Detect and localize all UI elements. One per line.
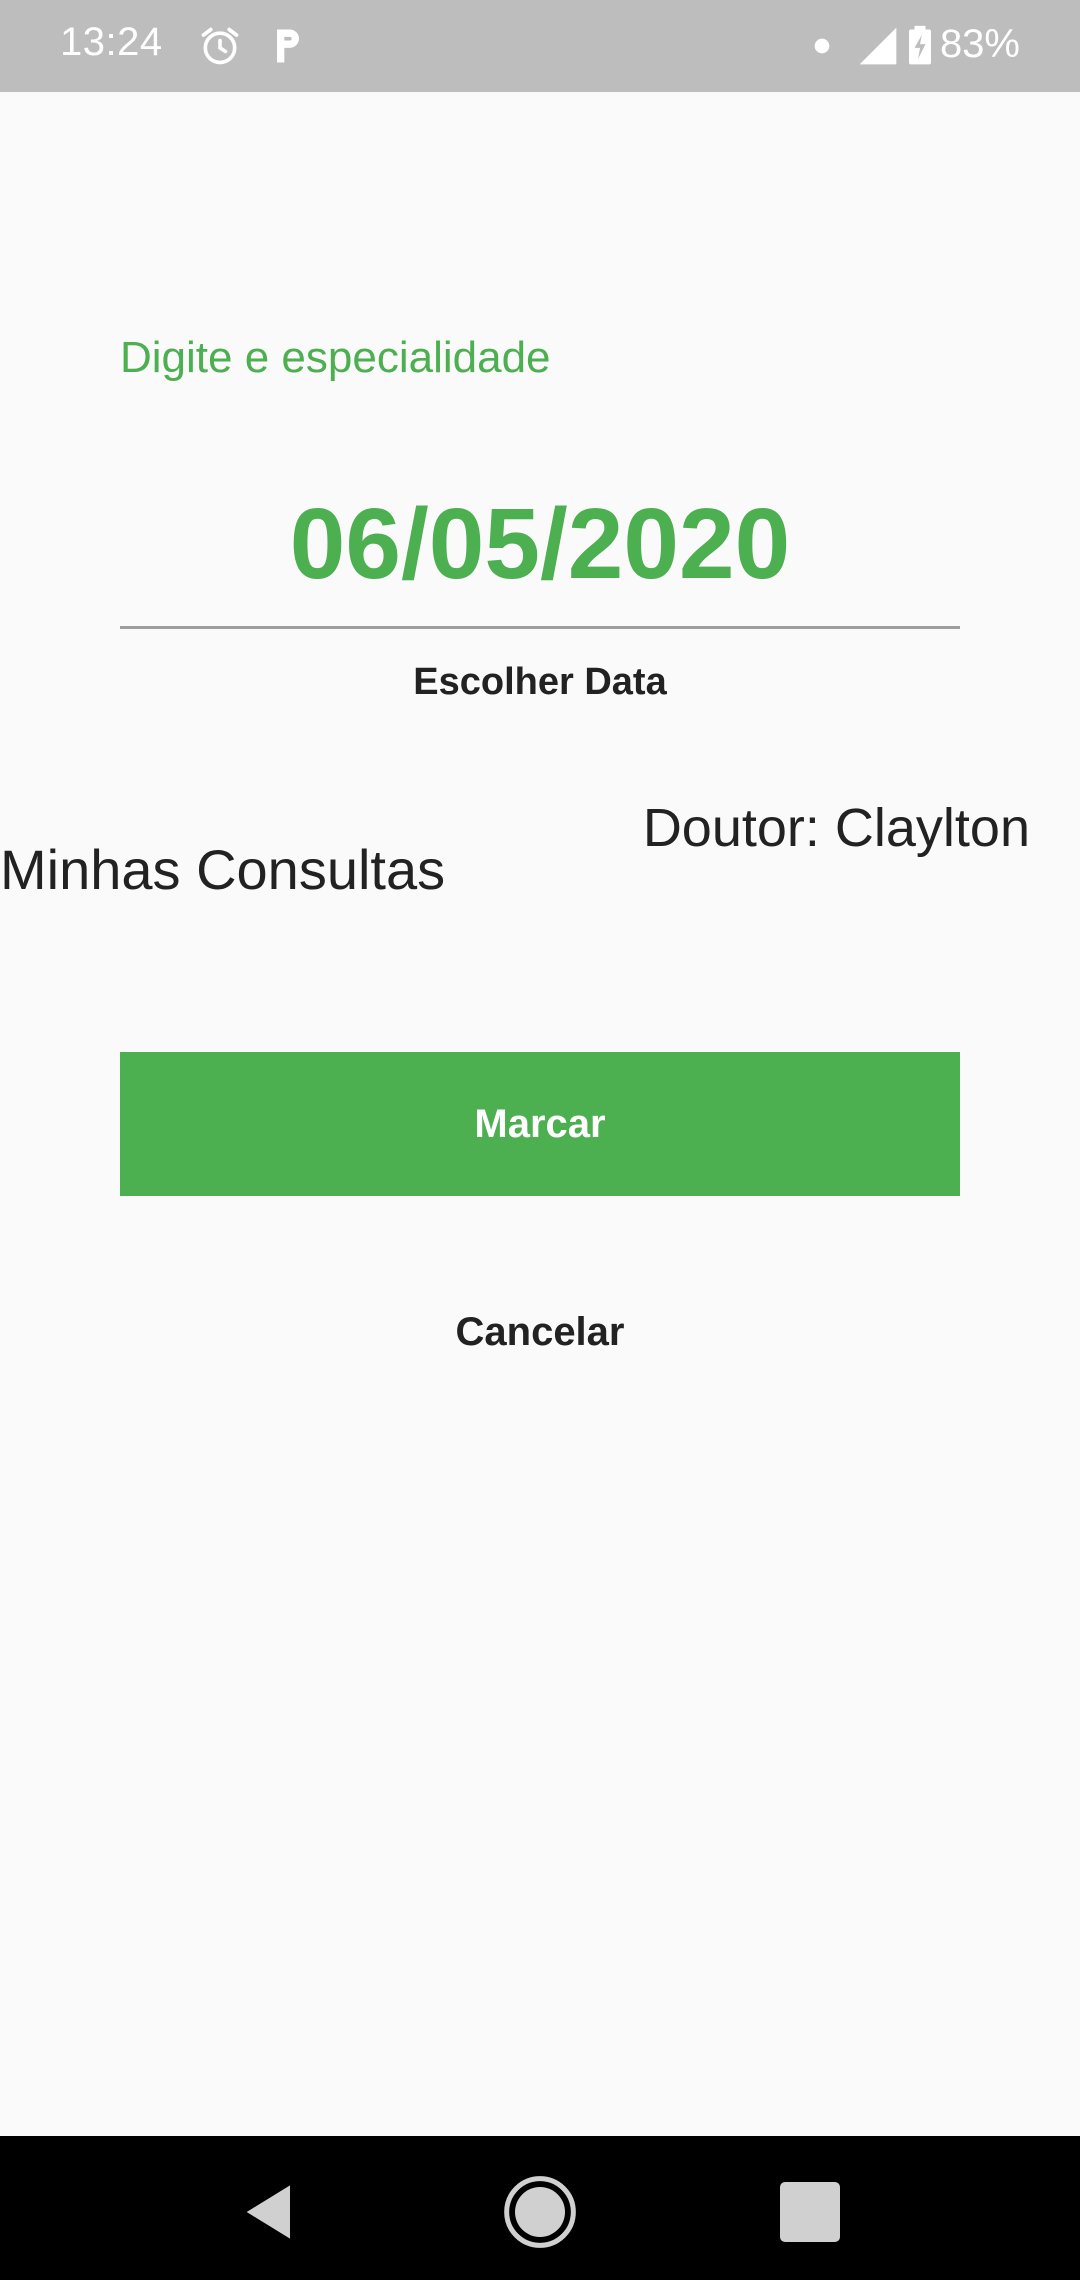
- doctor-label: Doutor: Claylton: [642, 798, 1030, 858]
- battery-charging-icon: [909, 25, 931, 65]
- status-bar: 13:24 83%: [0, 0, 1080, 92]
- choose-date-button[interactable]: Escolher Data: [340, 637, 740, 727]
- recents-icon[interactable]: [770, 2172, 850, 2252]
- battery-percent: 83%: [939, 22, 1020, 66]
- home-icon[interactable]: [500, 2172, 580, 2252]
- selected-date: 06/05/2020: [289, 488, 791, 600]
- signal-icon: [859, 27, 897, 65]
- my-appointments-label: Minhas Consultas: [0, 838, 446, 901]
- back-icon[interactable]: [230, 2172, 310, 2252]
- cancel-button[interactable]: Cancelar: [380, 1277, 700, 1387]
- app-content: 06/05/2020 Escolher Data Minhas Consulta…: [0, 92, 1080, 2136]
- specialty-underline: [120, 626, 960, 629]
- schedule-button[interactable]: Marcar: [120, 1052, 960, 1196]
- specialty-field[interactable]: [120, 292, 960, 629]
- specialty-input[interactable]: [120, 292, 960, 424]
- notification-dot-icon: [814, 38, 830, 54]
- status-time: 13:24: [60, 20, 163, 64]
- navigation-bar: [0, 2136, 1080, 2280]
- parking-icon: [277, 29, 299, 63]
- alarm-icon: [201, 27, 239, 65]
